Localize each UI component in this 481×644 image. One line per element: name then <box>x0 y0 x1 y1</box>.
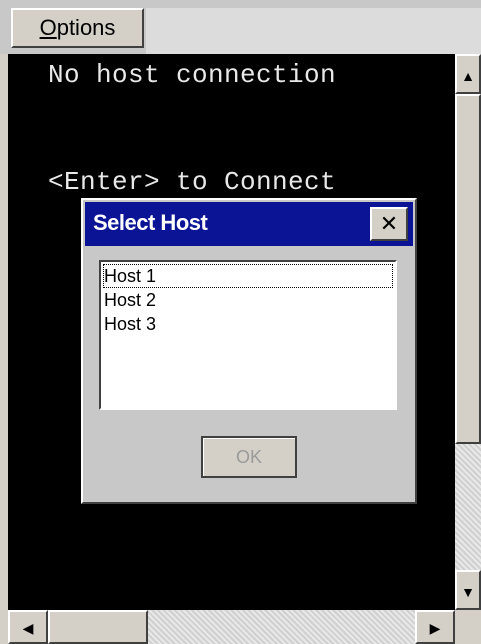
scrollbar-corner <box>455 610 481 644</box>
vertical-scroll-track[interactable] <box>455 444 481 570</box>
vertical-scroll-thumb[interactable] <box>455 94 481 444</box>
vertical-scrollbar[interactable]: ▲ ▼ <box>455 54 481 610</box>
select-host-dialog: Select Host ✕ Host 1 Host 2 Host 3 OK <box>81 198 417 504</box>
horizontal-scroll-thumb[interactable] <box>48 610 148 644</box>
options-label: ptions <box>56 15 116 40</box>
host-list-item[interactable]: Host 1 <box>103 264 393 288</box>
host-list-item[interactable]: Host 3 <box>103 312 393 336</box>
menu-bar: Options <box>0 0 481 54</box>
host-listbox[interactable]: Host 1 Host 2 Host 3 <box>99 260 397 410</box>
scroll-down-icon[interactable]: ▼ <box>455 570 481 610</box>
scroll-up-icon[interactable]: ▲ <box>455 54 481 94</box>
close-icon[interactable]: ✕ <box>370 207 408 241</box>
horizontal-scroll-track[interactable] <box>148 610 415 644</box>
scroll-left-icon[interactable]: ◀ <box>8 610 48 644</box>
left-border <box>0 54 8 610</box>
options-mnemonic: O <box>39 15 57 40</box>
scroll-right-icon[interactable]: ▶ <box>415 610 455 644</box>
left-border-bottom <box>0 610 8 644</box>
options-menu[interactable]: Options <box>11 8 144 48</box>
terminal-status-line: No host connection <box>48 60 337 90</box>
menu-bar-empty <box>146 8 481 54</box>
host-list-item[interactable]: Host 2 <box>103 288 393 312</box>
horizontal-scrollbar[interactable]: ◀ ▶ <box>8 610 455 644</box>
dialog-title: Select Host <box>93 210 208 235</box>
terminal-prompt-line: <Enter> to Connect <box>48 167 337 197</box>
ok-button[interactable]: OK <box>201 436 297 478</box>
dialog-titlebar[interactable]: Select Host ✕ <box>85 202 413 246</box>
